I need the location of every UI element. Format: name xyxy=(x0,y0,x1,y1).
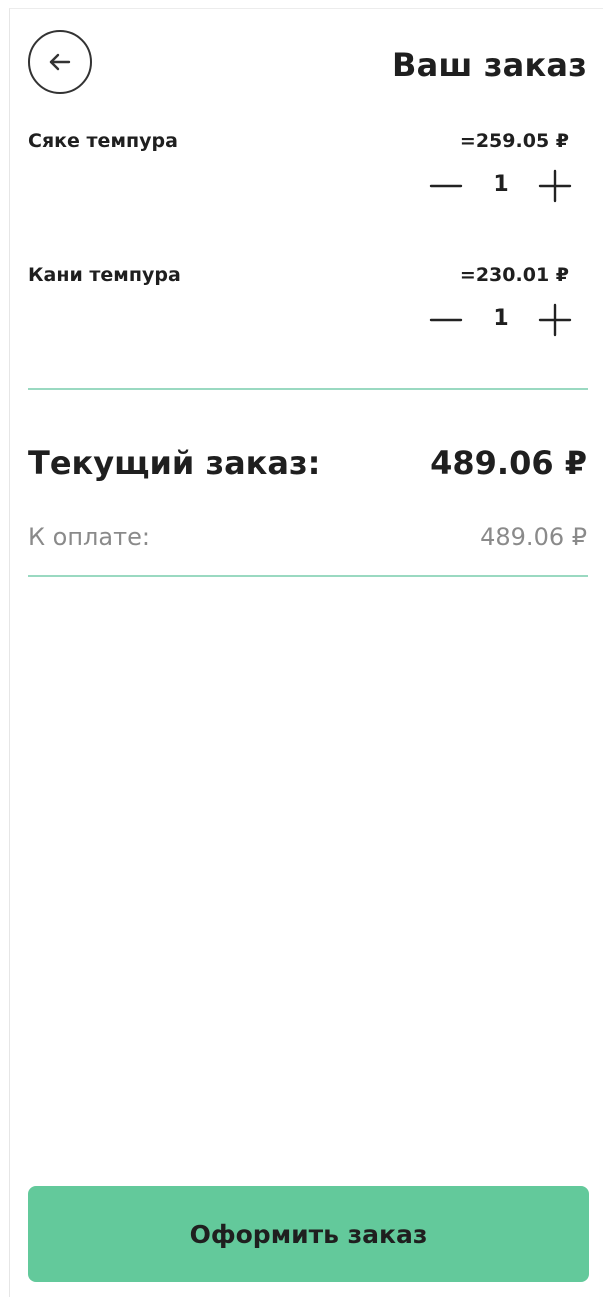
quantity-stepper: 1 xyxy=(427,300,575,340)
total-label: Текущий заказ: xyxy=(28,444,321,482)
items-divider xyxy=(28,388,588,390)
increase-quantity-button[interactable] xyxy=(535,300,575,340)
summary-divider xyxy=(28,575,588,577)
item-price: =259.05 ₽ xyxy=(459,130,569,152)
total-value: 489.06 ₽ xyxy=(430,444,587,482)
back-button[interactable] xyxy=(28,30,92,94)
decrease-quantity-button[interactable] xyxy=(427,300,467,340)
plus-icon xyxy=(538,169,572,203)
item-price: =230.01 ₽ xyxy=(459,264,569,286)
arrow-left-icon xyxy=(49,53,71,71)
item-name: Кани темпура xyxy=(28,264,181,286)
quantity-value: 1 xyxy=(493,172,509,197)
quantity-stepper: 1 xyxy=(427,166,575,206)
order-item: Кани темпура =230.01 ₽ 1 xyxy=(28,264,589,384)
payment-value: 489.06 ₽ xyxy=(480,523,587,551)
page-title: Ваш заказ xyxy=(391,46,587,84)
minus-icon xyxy=(429,318,463,322)
item-name: Сяке темпура xyxy=(28,130,178,152)
quantity-value: 1 xyxy=(493,306,509,331)
order-item: Сяке темпура =259.05 ₽ 1 xyxy=(28,130,589,250)
checkout-button[interactable]: Оформить заказ xyxy=(28,1186,589,1282)
increase-quantity-button[interactable] xyxy=(535,166,575,206)
plus-icon xyxy=(538,303,572,337)
minus-icon xyxy=(429,184,463,188)
decrease-quantity-button[interactable] xyxy=(427,166,467,206)
payment-label: К оплате: xyxy=(28,523,150,551)
